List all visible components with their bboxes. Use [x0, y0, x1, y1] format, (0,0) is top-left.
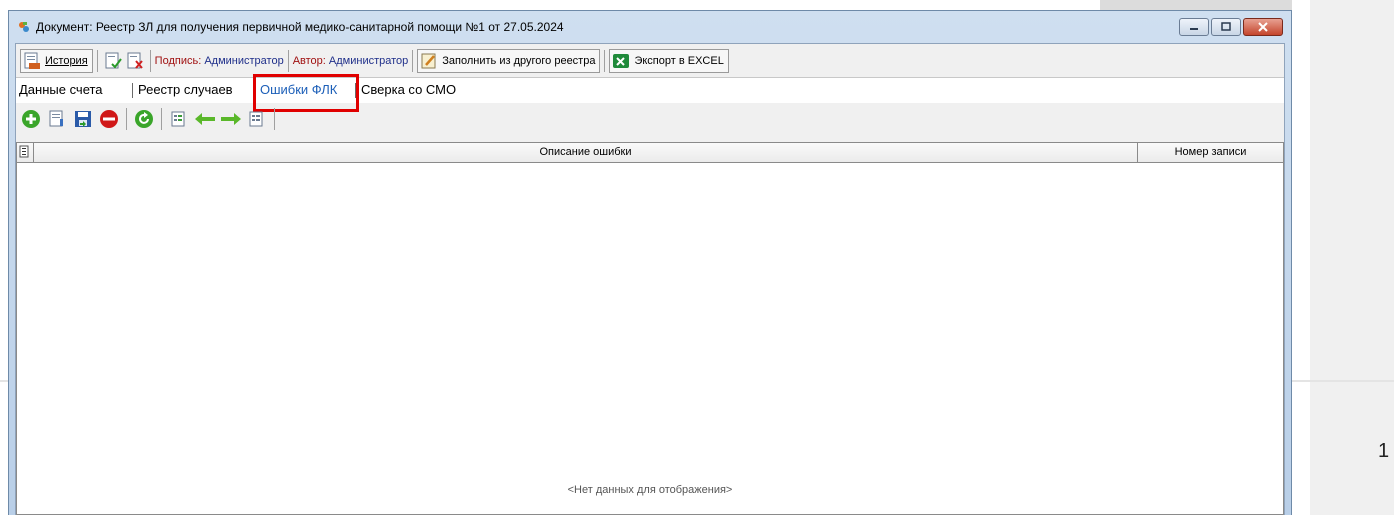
add-button[interactable]: [20, 108, 42, 130]
excel-icon: [613, 54, 630, 68]
column-header-error-description[interactable]: Описание ошибки: [34, 143, 1138, 162]
window-title: Документ: Реестр ЗЛ для получения первич…: [36, 20, 564, 34]
toolbar-separator: [412, 50, 414, 72]
fill-from-registry-button[interactable]: Заполнить из другого реестра: [417, 49, 601, 73]
minimize-button[interactable]: [1179, 18, 1209, 36]
empty-grid-message: <Нет данных для отображения>: [567, 484, 733, 496]
export-excel-label: Экспорт в EXCEL: [634, 55, 724, 67]
title-bar[interactable]: Документ: Реестр ЗЛ для получения первич…: [9, 11, 1291, 43]
grid-toolbar: [20, 104, 277, 134]
author-value: Администратор: [328, 55, 409, 67]
author-field: Автор: Администратор: [293, 55, 409, 67]
column-chooser-button[interactable]: [246, 108, 268, 130]
stop-icon: [100, 110, 118, 128]
save-button[interactable]: [72, 108, 94, 130]
toolbar-separator: [287, 50, 289, 72]
save-icon: [75, 111, 91, 127]
edit-button[interactable]: [46, 108, 68, 130]
history-button[interactable]: История: [20, 49, 93, 73]
approve-document-button[interactable]: [102, 50, 124, 72]
delete-button[interactable]: [98, 108, 120, 130]
log-history-icon: [24, 52, 40, 69]
tab-smo-reconciliation[interactable]: Сверка со СМО: [361, 78, 456, 103]
toolbar-separator: [161, 108, 162, 130]
document-edit-icon: [49, 110, 63, 127]
column-settings-button[interactable]: [168, 108, 190, 130]
refresh-button[interactable]: [133, 108, 155, 130]
toolbar-separator: [149, 50, 151, 72]
arrow-left-icon: [195, 113, 215, 125]
document-window: Документ: Реестр ЗЛ для получения первич…: [8, 10, 1292, 515]
document-app-icon: [19, 22, 29, 32]
signature-value: Администратор: [204, 55, 284, 67]
notepad-pencil-icon: [421, 53, 436, 69]
page-number-fragment: 1: [1378, 440, 1390, 462]
arrow-right-icon: [221, 113, 241, 125]
grid-header: Описание ошибки Номер записи: [17, 143, 1283, 163]
tab-separator: [132, 83, 133, 98]
fill-from-registry-label: Заполнить из другого реестра: [442, 55, 596, 67]
minimize-icon: [1190, 28, 1198, 30]
document-cross-icon: [127, 52, 143, 69]
column-menu-icon: [19, 145, 29, 158]
background-strip: [1310, 0, 1394, 515]
document-check-icon: [105, 52, 122, 69]
column-header-record-number[interactable]: Номер записи: [1138, 143, 1283, 162]
next-button[interactable]: [220, 108, 242, 130]
toolbar-separator: [274, 108, 275, 130]
reject-document-button[interactable]: [124, 50, 146, 72]
maximize-icon: [1221, 22, 1231, 31]
document-toolbar: История Подпись: Администратор Автор: Ад…: [20, 47, 729, 75]
maximize-button[interactable]: [1211, 18, 1241, 36]
previous-button[interactable]: [194, 108, 216, 130]
signature-prefix: Подпись:: [154, 55, 205, 67]
refresh-icon: [135, 110, 153, 128]
row-indicator-header[interactable]: [17, 143, 34, 162]
flk-errors-grid[interactable]: Описание ошибки Номер записи <Нет данных…: [16, 142, 1284, 515]
close-icon: [1258, 22, 1268, 32]
list-columns-icon: [249, 111, 263, 127]
plus-icon: [22, 110, 40, 128]
history-label: История: [45, 55, 88, 67]
tab-case-registry[interactable]: Реестр случаев: [138, 78, 233, 103]
list-settings-icon: [171, 111, 185, 127]
signature-field: Подпись: Администратор: [155, 55, 284, 67]
window-client: История Подпись: Администратор Автор: Ад…: [15, 43, 1285, 515]
toolbar-separator: [96, 50, 98, 72]
toolbar-separator: [126, 108, 127, 130]
close-button[interactable]: [1243, 18, 1283, 36]
export-excel-button[interactable]: Экспорт в EXCEL: [609, 49, 729, 73]
background-edge: [1100, 0, 1292, 10]
author-prefix: Автор:: [292, 55, 329, 67]
tab-strip: Данные счета Реестр случаев Ошибки ФЛК С…: [16, 77, 1284, 103]
toolbar-separator: [604, 50, 606, 72]
tab-invoice-data[interactable]: Данные счета: [19, 78, 103, 103]
